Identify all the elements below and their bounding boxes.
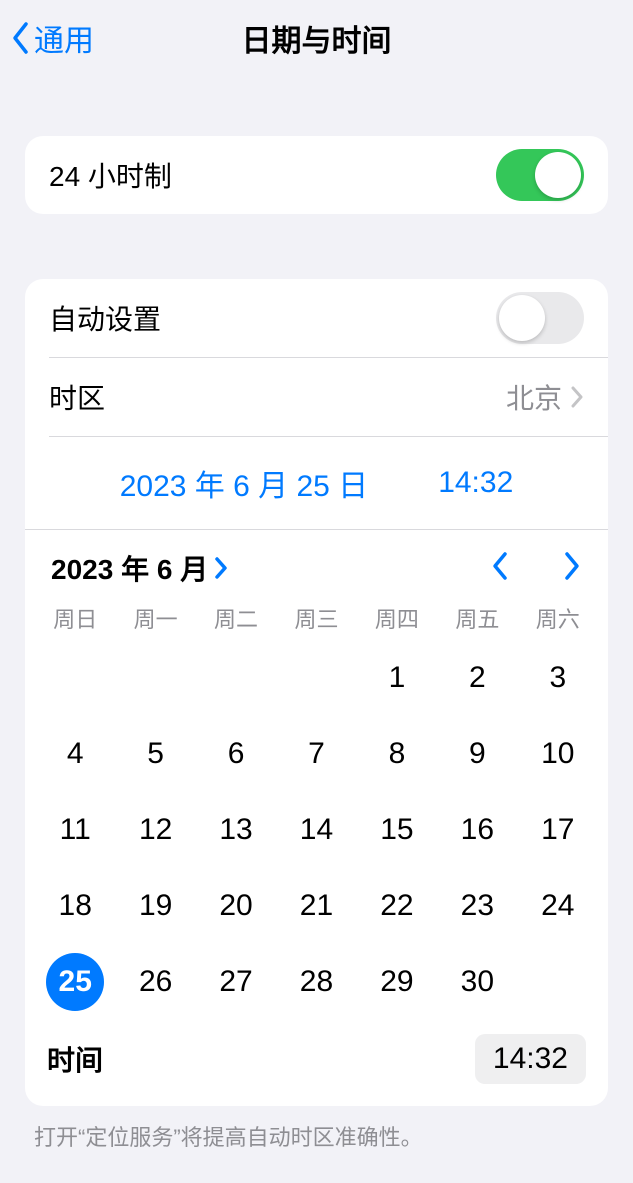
day-cell[interactable]: 16 [437, 792, 517, 868]
chevron-right-icon [570, 386, 584, 408]
day-cell[interactable]: 2 [437, 640, 517, 716]
day-cell[interactable]: 13 [196, 792, 276, 868]
day-cell[interactable]: 14 [276, 792, 356, 868]
month-nav [490, 551, 582, 586]
day-cell[interactable]: 7 [276, 716, 356, 792]
day-cell[interactable]: 21 [276, 868, 356, 944]
day-cell[interactable]: 30 [437, 944, 517, 1020]
time-row: 时间 14:32 [25, 1030, 608, 1106]
calendar-header: 2023 年 6 月 [25, 530, 608, 592]
value-timezone: 北京 [506, 377, 562, 417]
row-timezone[interactable]: 时区 北京 [25, 358, 608, 436]
day-cell[interactable]: 9 [437, 716, 517, 792]
day-cell[interactable]: 20 [196, 868, 276, 944]
day-cell[interactable]: 25 [35, 944, 115, 1020]
picked-date[interactable]: 2023 年 6 月 25 日 [120, 461, 368, 505]
day-blank [276, 640, 356, 716]
chevron-right-icon [214, 557, 228, 579]
label-timezone: 时区 [49, 377, 105, 417]
day-cell[interactable]: 22 [357, 868, 437, 944]
chevron-right-icon [562, 551, 582, 581]
chevron-left-icon [10, 20, 32, 56]
weekday-label: 周五 [437, 602, 517, 634]
toggle-24h[interactable] [496, 149, 584, 201]
label-auto: 自动设置 [49, 298, 161, 338]
day-cell[interactable]: 29 [357, 944, 437, 1020]
day-cell[interactable]: 17 [518, 792, 598, 868]
day-cell[interactable]: 23 [437, 868, 517, 944]
group-datetime: 自动设置 时区 北京 2023 年 6 月 25 日 14:32 2023 年 … [25, 279, 608, 1106]
day-cell[interactable]: 28 [276, 944, 356, 1020]
toggle-auto[interactable] [496, 292, 584, 344]
day-cell[interactable]: 12 [115, 792, 195, 868]
day-blank [115, 640, 195, 716]
weekday-label: 周一 [115, 602, 195, 634]
day-cell[interactable]: 1 [357, 640, 437, 716]
month-label: 2023 年 6 月 [51, 548, 208, 588]
page-title: 日期与时间 [0, 16, 633, 60]
back-button[interactable]: 通用 [10, 16, 94, 60]
back-label: 通用 [34, 16, 94, 60]
footer-note: 打开“定位服务”将提高自动时区准确性。 [34, 1120, 599, 1152]
day-cell[interactable]: 26 [115, 944, 195, 1020]
day-cell[interactable]: 24 [518, 868, 598, 944]
row-picked-datetime: 2023 年 6 月 25 日 14:32 [25, 437, 608, 529]
day-cell[interactable]: 19 [115, 868, 195, 944]
calendar-grid: 1234567891011121314151617181920212223242… [25, 640, 608, 1030]
day-cell[interactable]: 15 [357, 792, 437, 868]
nav-bar: 通用 日期与时间 [0, 0, 633, 76]
time-label: 时间 [47, 1039, 103, 1079]
picked-time[interactable]: 14:32 [438, 466, 513, 500]
day-cell[interactable]: 11 [35, 792, 115, 868]
day-cell[interactable]: 3 [518, 640, 598, 716]
day-cell[interactable]: 27 [196, 944, 276, 1020]
day-cell[interactable]: 6 [196, 716, 276, 792]
row-auto: 自动设置 [25, 279, 608, 357]
weekday-label: 周四 [357, 602, 437, 634]
weekday-label: 周日 [35, 602, 115, 634]
time-button[interactable]: 14:32 [475, 1034, 586, 1084]
day-cell[interactable]: 5 [115, 716, 195, 792]
day-blank [35, 640, 115, 716]
weekday-label: 周六 [518, 602, 598, 634]
prev-month-button[interactable] [490, 551, 510, 586]
weekday-row: 周日周一周二周三周四周五周六 [25, 592, 608, 640]
group-24h: 24 小时制 [25, 136, 608, 214]
label-24h: 24 小时制 [49, 155, 172, 195]
day-cell[interactable]: 10 [518, 716, 598, 792]
weekday-label: 周二 [196, 602, 276, 634]
weekday-label: 周三 [276, 602, 356, 634]
chevron-left-icon [490, 551, 510, 581]
day-cell[interactable]: 4 [35, 716, 115, 792]
day-cell[interactable]: 8 [357, 716, 437, 792]
row-24h: 24 小时制 [25, 136, 608, 214]
next-month-button[interactable] [562, 551, 582, 586]
day-blank [196, 640, 276, 716]
month-button[interactable]: 2023 年 6 月 [51, 548, 228, 588]
day-cell[interactable]: 18 [35, 868, 115, 944]
